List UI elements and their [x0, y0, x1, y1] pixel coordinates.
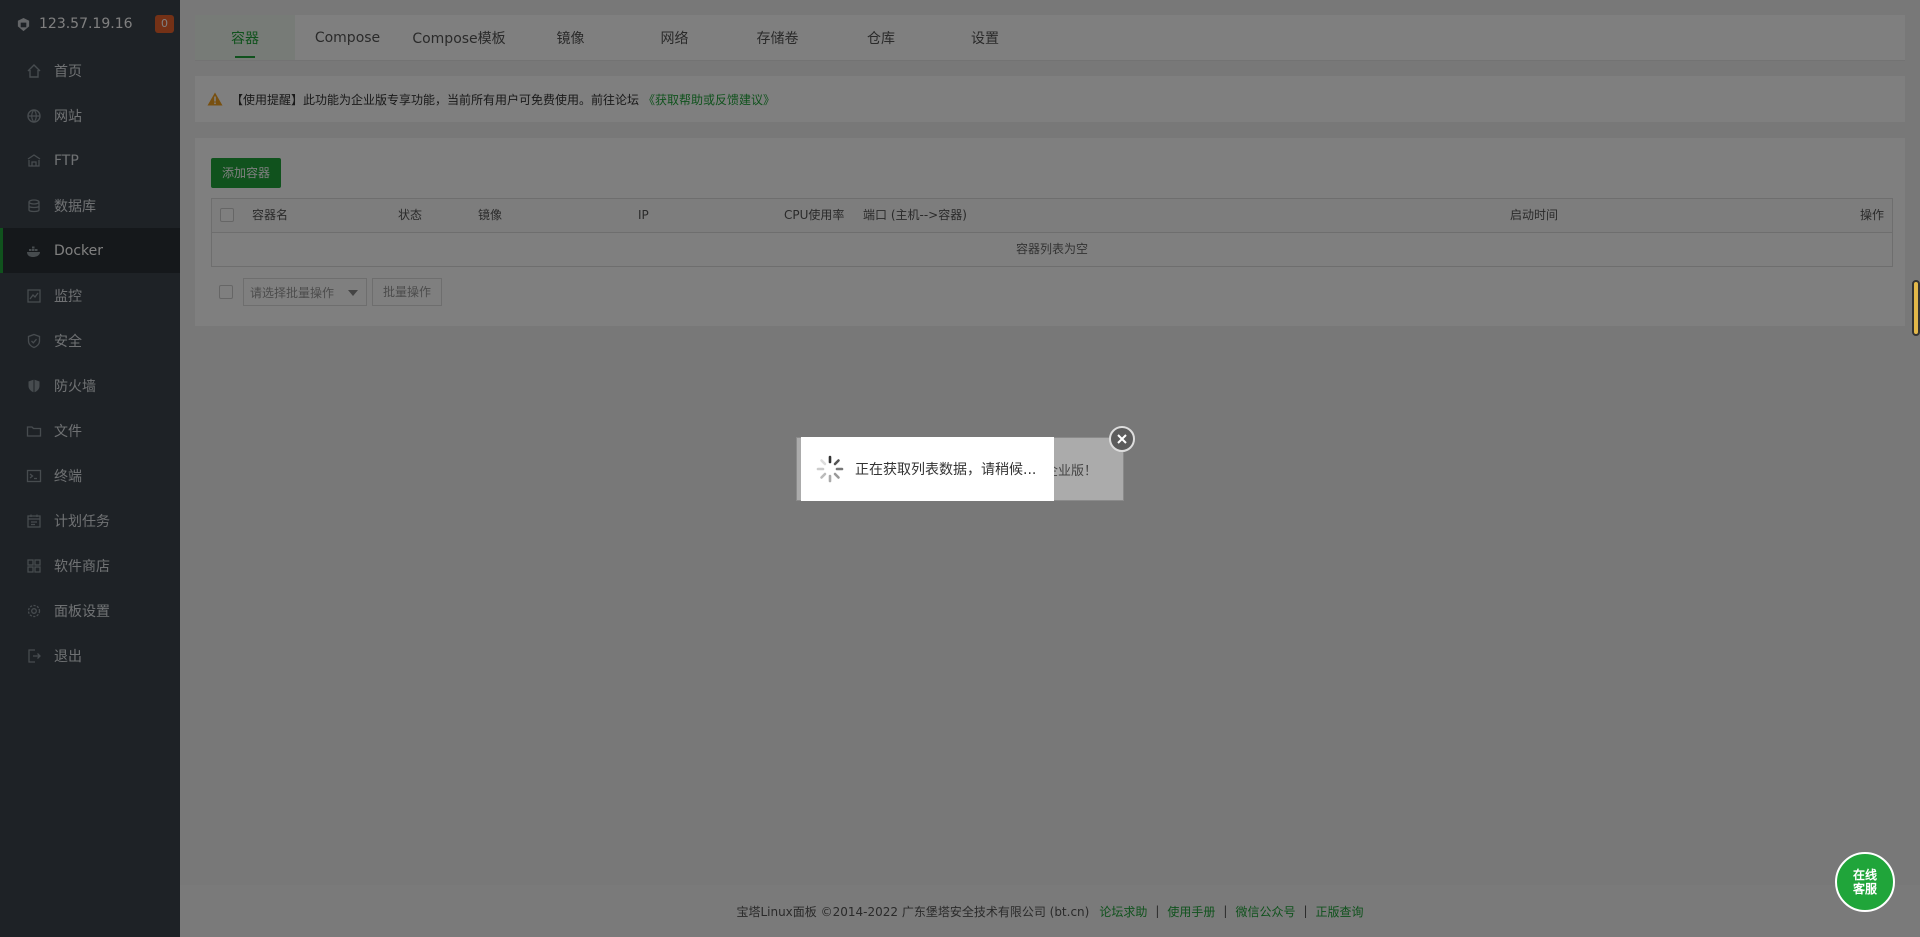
loading-spinner-icon — [816, 455, 844, 483]
close-icon — [1117, 434, 1127, 444]
dialog-close-button[interactable] — [1109, 426, 1135, 452]
scrollbar-thumb[interactable] — [1912, 280, 1920, 336]
loading-box: 正在获取列表数据，请稍候... — [801, 437, 1054, 501]
chat-label-line1: 在线 — [1852, 868, 1877, 882]
online-support-button[interactable]: 在线 客服 — [1835, 852, 1895, 912]
chat-label-line2: 客服 — [1852, 882, 1877, 896]
loading-text: 正在获取列表数据，请稍候... — [855, 462, 1037, 478]
